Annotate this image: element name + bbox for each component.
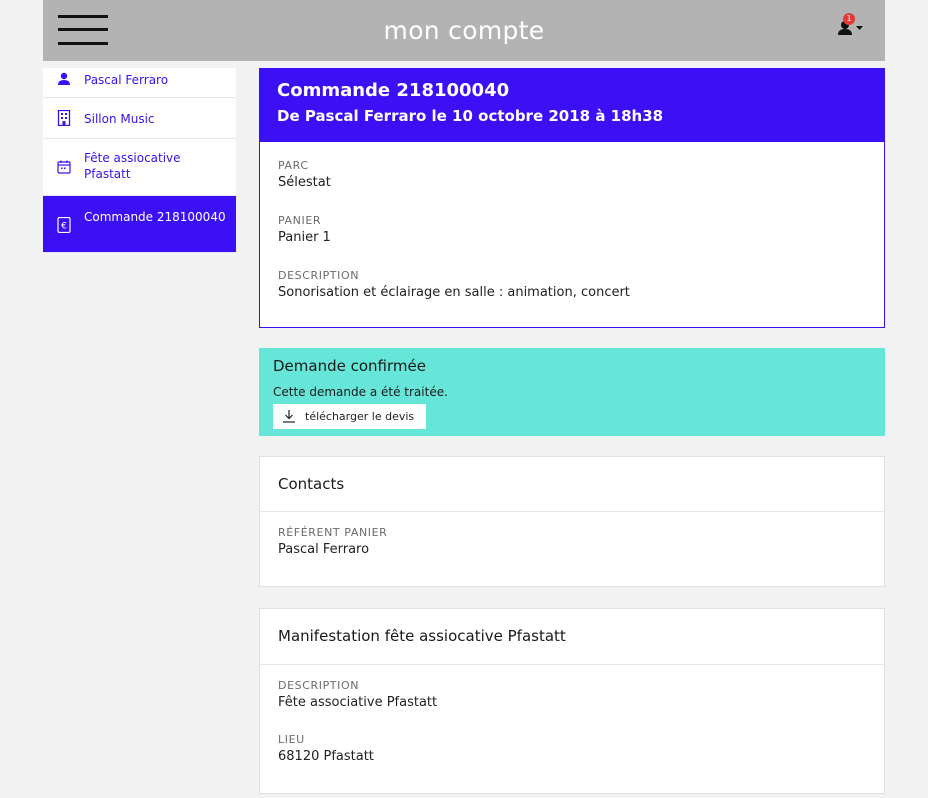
field-label: RÉFÉRENT PANIER — [278, 526, 388, 539]
svg-text:€: € — [61, 222, 67, 232]
calendar-icon — [57, 160, 71, 174]
divider — [260, 664, 884, 665]
status-text: Cette demande a été traitée. — [273, 385, 448, 399]
field-label: PANIER — [278, 214, 322, 227]
field-description: DESCRIPTION Sonorisation et éclairage en… — [278, 269, 630, 300]
download-quote-button[interactable]: télécharger le devis — [273, 404, 426, 429]
event-card: Manifestation fête assiocative Pfastatt … — [259, 608, 885, 794]
sidebar: Pascal Ferraro Sillon Music Fête assioca… — [43, 68, 236, 253]
sidebar-item-label: Commande 218100040 — [84, 210, 226, 224]
sidebar-item-label: Fête assiocative Pfastatt — [84, 151, 181, 181]
field-referent: RÉFÉRENT PANIER Pascal Ferraro — [278, 526, 387, 557]
sidebar-item-user[interactable]: Pascal Ferraro — [43, 68, 236, 98]
building-icon — [57, 110, 71, 126]
order-header: Commande 218100040 De Pascal Ferraro le … — [259, 68, 885, 142]
field-value: 68120 Pfastatt — [278, 749, 374, 764]
field-value: Fête associative Pfastatt — [278, 695, 438, 710]
user-icon — [58, 72, 70, 85]
contacts-card: Contacts RÉFÉRENT PANIER Pascal Ferraro — [259, 456, 885, 587]
field-parc: PARC Sélestat — [278, 159, 331, 190]
user-menu[interactable]: 1 — [836, 13, 870, 40]
sidebar-item-order[interactable]: € Commande 218100040 — [43, 196, 236, 253]
divider — [260, 511, 884, 512]
field-label: DESCRIPTION — [278, 679, 360, 692]
chevron-down-icon — [856, 26, 863, 30]
status-title: Demande confirmée — [273, 357, 426, 375]
sidebar-item-event[interactable]: Fête assiocative Pfastatt — [43, 139, 236, 196]
event-title: Manifestation fête assiocative Pfastatt — [278, 627, 566, 645]
field-label: DESCRIPTION — [278, 269, 360, 282]
field-value: Panier 1 — [278, 230, 331, 245]
order-subtitle: De Pascal Ferraro le 10 octobre 2018 à 1… — [277, 107, 664, 125]
order-card: Commande 218100040 De Pascal Ferraro le … — [259, 68, 885, 328]
euro-icon: € — [57, 217, 71, 233]
notification-badge: 1 — [843, 13, 855, 25]
field-event-description: DESCRIPTION Fête associative Pfastatt — [278, 679, 437, 710]
top-bar: mon compte 1 — [43, 0, 885, 61]
field-label: PARC — [278, 159, 309, 172]
app-title: mon compte — [383, 16, 545, 45]
field-panier: PANIER Panier 1 — [278, 214, 331, 245]
sidebar-item-label: Pascal Ferraro — [84, 73, 169, 87]
field-event-location: LIEU 68120 Pfastatt — [278, 733, 374, 764]
contacts-title: Contacts — [278, 475, 345, 493]
field-value: Pascal Ferraro — [278, 542, 370, 557]
status-banner: Demande confirmée Cette demande a été tr… — [259, 348, 885, 436]
download-icon — [283, 410, 295, 423]
download-quote-label: télécharger le devis — [305, 410, 415, 423]
field-value: Sonorisation et éclairage en salle : ani… — [278, 285, 630, 300]
sidebar-item-organization[interactable]: Sillon Music — [43, 98, 236, 139]
field-value: Sélestat — [278, 175, 331, 190]
sidebar-item-label: Sillon Music — [84, 112, 155, 126]
field-label: LIEU — [278, 733, 305, 746]
order-title: Commande 218100040 — [277, 80, 510, 101]
